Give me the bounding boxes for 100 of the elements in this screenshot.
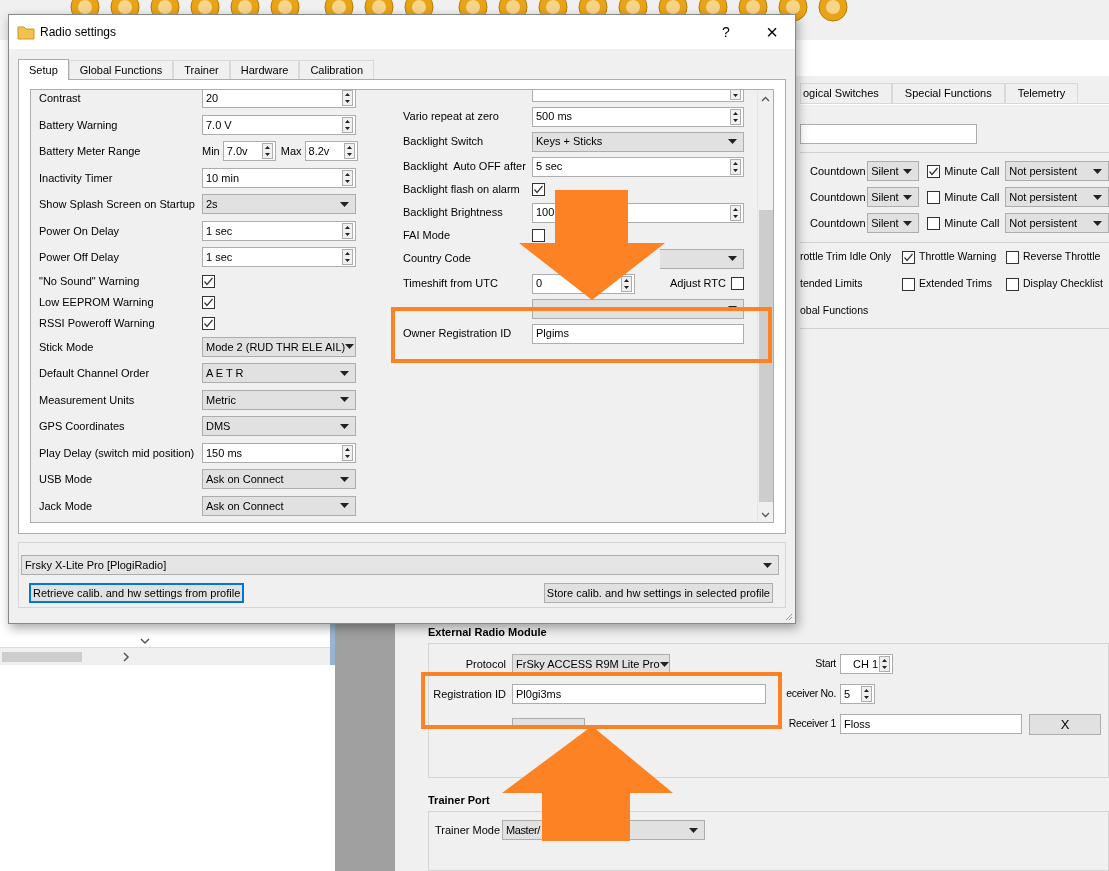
checkbox[interactable]: [202, 274, 215, 288]
checkbox[interactable]: [202, 295, 215, 309]
scroll-up-icon[interactable]: [761, 96, 770, 102]
spin-arrows-icon[interactable]: [730, 204, 741, 221]
dropdown[interactable]: Frsky X-Lite Pro [PlogiRadio]: [21, 555, 779, 575]
checkbox[interactable]: [1006, 277, 1019, 291]
tab[interactable]: Trainer: [173, 60, 230, 79]
dropdown[interactable]: 2s: [202, 194, 356, 215]
tab[interactable]: Hardware: [229, 60, 300, 79]
tab[interactable]: ogical Switches: [800, 83, 892, 103]
spin-arrows-icon[interactable]: [343, 143, 355, 160]
tab[interactable]: Special Functions: [891, 83, 1005, 103]
resize-grip-icon[interactable]: [785, 613, 793, 621]
spin-box[interactable]: 8.2v: [304, 141, 358, 162]
spin-box[interactable]: 20: [202, 90, 356, 109]
spin-arrows-icon[interactable]: [342, 222, 353, 239]
spin-arrows-icon[interactable]: [342, 249, 353, 266]
checkbox[interactable]: [927, 164, 941, 178]
spin-arrows-icon[interactable]: [261, 143, 273, 160]
field-label: Countdown: [810, 215, 867, 231]
checkbox[interactable]: [532, 229, 545, 242]
checkbox[interactable]: [927, 216, 941, 230]
checkbox[interactable]: [927, 190, 941, 204]
spin-box[interactable]: 1 sec: [202, 247, 356, 268]
tab[interactable]: Telemetry: [1004, 83, 1079, 103]
option-label: Throttle Warning: [919, 249, 997, 265]
dropdown[interactable]: Silent: [867, 161, 920, 181]
dropdown[interactable]: Ask on Connect: [202, 495, 356, 516]
spin-arrows-icon[interactable]: [621, 275, 632, 292]
spin-arrows-icon[interactable]: [342, 90, 353, 107]
spin-arrows-icon[interactable]: [342, 116, 353, 133]
window-title: Radio settings: [40, 24, 117, 41]
dropdown[interactable]: Silent: [867, 213, 920, 233]
tab[interactable]: Setup: [18, 59, 69, 80]
spin-box[interactable]: 500 ms: [532, 106, 744, 127]
field-label: Start: [814, 656, 836, 672]
checkbox[interactable]: [202, 316, 215, 330]
field-label: Backlight Auto OFF after: [403, 159, 527, 175]
checkbox[interactable]: [902, 250, 915, 264]
field-label: Registration ID: [432, 686, 506, 702]
scroll-down-icon[interactable]: [761, 512, 770, 518]
dropdown[interactable]: Mode 2 (RUD THR ELE AIL): [202, 336, 356, 357]
field-label: Minute Call: [944, 163, 1001, 179]
field-label: Backlight flash on alarm: [403, 182, 521, 198]
spin-box[interactable]: 7.0 V: [202, 114, 356, 135]
spin-box[interactable]: 5 sec: [532, 156, 744, 177]
chevron-right-icon[interactable]: [122, 651, 130, 662]
field-label: Show Splash Screen on Startup: [39, 197, 196, 212]
field-label: Timeshift from UTC: [403, 276, 499, 292]
dropdown[interactable]: Ask on Connect: [202, 469, 356, 490]
field-label: Minute Call: [944, 189, 1001, 205]
spin-arrows-icon[interactable]: [861, 686, 872, 702]
dropdown[interactable]: Not persistent: [1005, 187, 1109, 207]
spin-arrows-icon[interactable]: [342, 444, 353, 461]
dropdown[interactable]: Not persistent: [1005, 213, 1109, 233]
input-field[interactable]: Pl0gi3ms: [512, 684, 766, 704]
checkbox[interactable]: [731, 277, 744, 290]
dropdown[interactable]: A E T R: [202, 363, 356, 384]
checkbox[interactable]: [902, 277, 915, 291]
dropdown[interactable]: Keys + Sticks: [532, 131, 744, 152]
field-label: eceiver No.: [785, 686, 836, 702]
spin-box[interactable]: 10 min: [202, 167, 356, 188]
spin-box[interactable]: 5: [840, 684, 875, 704]
dropdown[interactable]: DMS: [202, 416, 356, 437]
tab[interactable]: Global Functions: [68, 60, 174, 79]
section-title: Trainer Port: [428, 792, 491, 808]
scrollbar-thumb[interactable]: [2, 651, 82, 662]
checkbox[interactable]: [1006, 250, 1019, 264]
spin-arrows-icon[interactable]: [879, 656, 890, 672]
dropdown[interactable]: Silent: [867, 187, 920, 207]
dropdown[interactable]: FrSky ACCESS R9M Lite Pro: [512, 654, 670, 674]
spin-box[interactable]: 150 ms: [202, 442, 356, 463]
dropdown[interactable]: Not persistent: [1005, 161, 1109, 181]
spin-arrows-icon[interactable]: [730, 108, 741, 125]
spin-box[interactable]: 7.0v: [222, 141, 276, 162]
chevron-down-icon[interactable]: [140, 637, 150, 645]
spin-arrows-icon[interactable]: [342, 169, 353, 186]
checkbox[interactable]: [532, 183, 545, 196]
help-button[interactable]: ?: [711, 17, 741, 47]
round-icon[interactable]: [818, 0, 848, 22]
button[interactable]: Retrieve calib. and hw settings from profile: [29, 583, 245, 603]
close-button[interactable]: ×: [757, 17, 787, 47]
scrollbar-thumb[interactable]: [758, 210, 773, 502]
input-field[interactable]: [800, 124, 977, 144]
field-label: Country Code: [403, 251, 472, 267]
field-label: Stick Mode: [39, 339, 95, 355]
option-label: Reverse Throttle: [1023, 249, 1101, 265]
tab[interactable]: Calibration: [299, 60, 374, 79]
option-label: obal Functions: [800, 303, 869, 319]
dropdown[interactable]: Metric: [202, 389, 356, 410]
field-label: Receiver 1: [787, 716, 836, 732]
spin-box[interactable]: CH 1: [840, 654, 893, 674]
field-label: Inactivity Timer: [39, 170, 114, 186]
button[interactable]: Store calib. and hw settings in selected profile: [543, 583, 773, 603]
input-field[interactable]: Floss: [840, 714, 1022, 734]
input-field[interactable]: Plgims: [532, 323, 744, 344]
spin-box[interactable]: 1 sec: [202, 220, 356, 241]
clear-button[interactable]: X: [1029, 713, 1101, 735]
section-title: External Radio Module: [428, 624, 548, 640]
spin-arrows-icon[interactable]: [730, 158, 741, 175]
